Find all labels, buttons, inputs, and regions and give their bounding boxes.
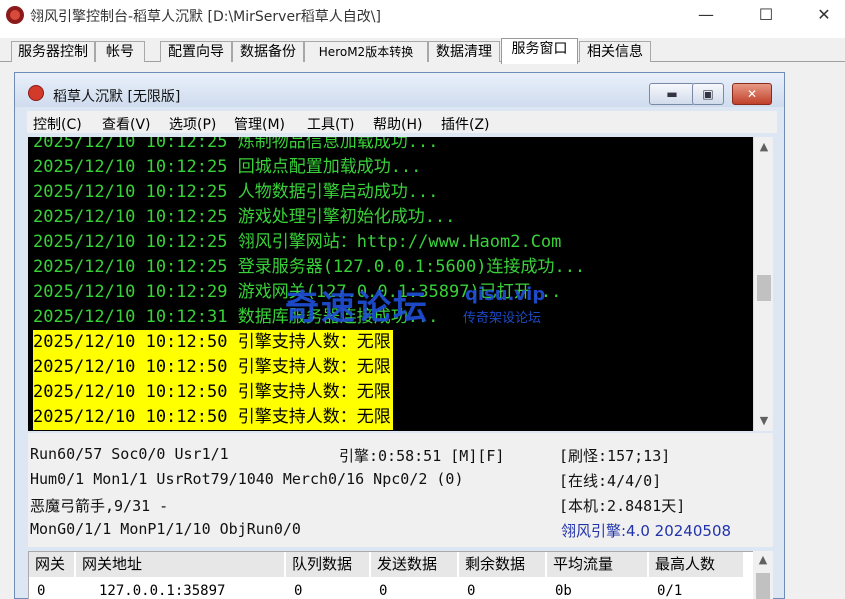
status-engine-uptime: 引擎:0:58:51 [M][F] [339, 447, 505, 465]
status-human-monster: Hum0/1 Mon1/1 UsrRot79/1040 Merch0/16 Np… [30, 470, 464, 488]
status-spawn: [刷怪:157;13] [559, 447, 671, 465]
m2-server-icon [28, 85, 44, 101]
scroll-down-icon[interactable]: ▼ [754, 411, 774, 431]
minimize-button[interactable]: — [683, 0, 729, 32]
table-cell: 0 [379, 583, 388, 599]
menu-plugins[interactable]: 插件(Z) [441, 114, 490, 134]
log-line: 2025/12/10 10:12:25 登录服务器(127.0.0.1:5600… [33, 257, 586, 277]
log-line: 2025/12/10 10:12:50 引擎支持人数：无限 [33, 355, 393, 380]
scroll-thumb[interactable] [757, 275, 771, 301]
scroll-up-icon[interactable]: ▲ [754, 137, 774, 157]
gateway-table[interactable]: 网关 网关地址 队列数据 发送数据 剩余数据 平均流量 最高人数 0 127.0… [28, 551, 773, 599]
status-online: [在线:4/4/0] [559, 472, 662, 490]
tab-service-window[interactable]: 服务窗口 [501, 38, 578, 64]
tab-server-control[interactable]: 服务器控制 [11, 41, 95, 63]
log-console[interactable]: 2025/12/10 10:12:25 炼制物品信息加载成功... 2025/12… [28, 137, 753, 431]
table-scroll-up-icon[interactable]: ▲ [753, 553, 773, 566]
col-avg-traffic[interactable]: 平均流量 [547, 552, 648, 577]
menu-view[interactable]: 查看(V) [102, 114, 151, 134]
menu-tools[interactable]: 工具(T) [307, 114, 354, 134]
menu-options[interactable]: 选项(P) [169, 114, 216, 134]
close-button[interactable]: ✕ [801, 0, 845, 32]
engine-version: 翎风引擎:4.0 20240508 [561, 522, 732, 540]
status-current-monster: 恶魔弓箭手,9/31 - [30, 497, 169, 515]
tab-account[interactable]: 帐号 [95, 41, 145, 63]
service-window-titlebar: 稻草人沉默 [无限版] ▬ ▣ ✕ [15, 73, 784, 107]
tab-config-wizard[interactable]: 配置向导 [160, 41, 232, 63]
col-gateway[interactable]: 网关 [29, 552, 75, 577]
maximize-button[interactable]: ☐ [743, 0, 789, 32]
tab-data-backup[interactable]: 数据备份 [232, 41, 304, 63]
table-cell: 0/1 [657, 583, 683, 599]
status-panel: Run60/57 Soc0/0 Usr1/1 引擎:0:58:51 [M][F]… [28, 433, 773, 547]
table-scrollbar[interactable]: ▲ [753, 551, 773, 599]
tab-data-cleanup[interactable]: 数据清理 [428, 41, 500, 63]
log-line: 2025/12/10 10:12:50 引擎支持人数：无限 [33, 330, 393, 355]
log-line: 2025/12/10 10:12:31 数据库服务器连接成功... [33, 307, 439, 327]
inner-minimize-button[interactable]: ▬ [649, 83, 695, 105]
status-object-run: MonG0/1/1 MonP1/1/10 ObjRun0/0 [30, 520, 301, 538]
log-line: 2025/12/10 10:12:50 引擎支持人数：无限 [33, 405, 393, 430]
col-remaining-data[interactable]: 剩余数据 [459, 552, 546, 577]
log-line: 2025/12/10 10:12:25 游戏处理引擎初始化成功... [33, 207, 456, 227]
table-scroll-thumb[interactable] [756, 573, 770, 599]
service-window-title: 稻草人沉默 [无限版] [53, 89, 181, 105]
window-title: 翎风引擎控制台-稻草人沉默 [D:\MirServer稻草人自改\] [30, 9, 381, 25]
table-cell: 0b [555, 583, 572, 599]
inner-close-button[interactable]: ✕ [732, 83, 772, 105]
main-tabbar: 服务器控制 帐号 配置向导 数据备份 HeroM2版本转换 数据清理 服务窗口 … [0, 38, 845, 64]
inner-maximize-button[interactable]: ▣ [692, 83, 724, 105]
col-send-data[interactable]: 发送数据 [371, 552, 458, 577]
log-line: 2025/12/10 10:12:25 翎风引擎网站：http://www.Ha… [33, 232, 562, 252]
table-cell: 0 [37, 583, 46, 599]
log-line: 2025/12/10 10:12:25 炼制物品信息加载成功... [33, 137, 439, 152]
tab-related-info[interactable]: 相关信息 [579, 41, 651, 63]
col-max-users[interactable]: 最高人数 [649, 552, 744, 577]
service-window: 稻草人沉默 [无限版] ▬ ▣ ✕ 控制(C) 查看(V) 选项(P) 管理(M… [14, 72, 785, 599]
col-queue-data[interactable]: 队列数据 [286, 552, 370, 577]
menubar: 控制(C) 查看(V) 选项(P) 管理(M) 工具(T) 帮助(H) 插件(Z… [27, 111, 777, 133]
col-gateway-address[interactable]: 网关地址 [76, 552, 285, 577]
table-cell: 127.0.0.1:35897 [99, 583, 226, 599]
app-logo-icon [6, 6, 24, 24]
status-run-counters: Run60/57 Soc0/0 Usr1/1 [30, 445, 229, 463]
window-titlebar: 翎风引擎控制台-稻草人沉默 [D:\MirServer稻草人自改\] — ☐ ✕ [0, 0, 845, 32]
log-line: 2025/12/10 10:12:29 游戏网关(127.0.0.1:35897… [33, 282, 562, 302]
log-line: 2025/12/10 10:12:50 引擎支持人数：无限 [33, 380, 393, 405]
table-cell: 0 [294, 583, 303, 599]
log-scrollbar[interactable]: ▲ ▼ [753, 137, 773, 431]
menu-manage[interactable]: 管理(M) [234, 114, 285, 134]
menu-control[interactable]: 控制(C) [33, 114, 82, 134]
table-cell: 0 [467, 583, 476, 599]
log-line: 2025/12/10 10:12:25 人物数据引擎启动成功... [33, 182, 439, 202]
tab-herom2-convert[interactable]: HeroM2版本转换 [304, 41, 428, 63]
menu-help[interactable]: 帮助(H) [373, 114, 422, 134]
log-line: 2025/12/10 10:12:25 回城点配置加载成功... [33, 157, 422, 177]
status-local-days: [本机:2.8481天] [559, 497, 686, 515]
